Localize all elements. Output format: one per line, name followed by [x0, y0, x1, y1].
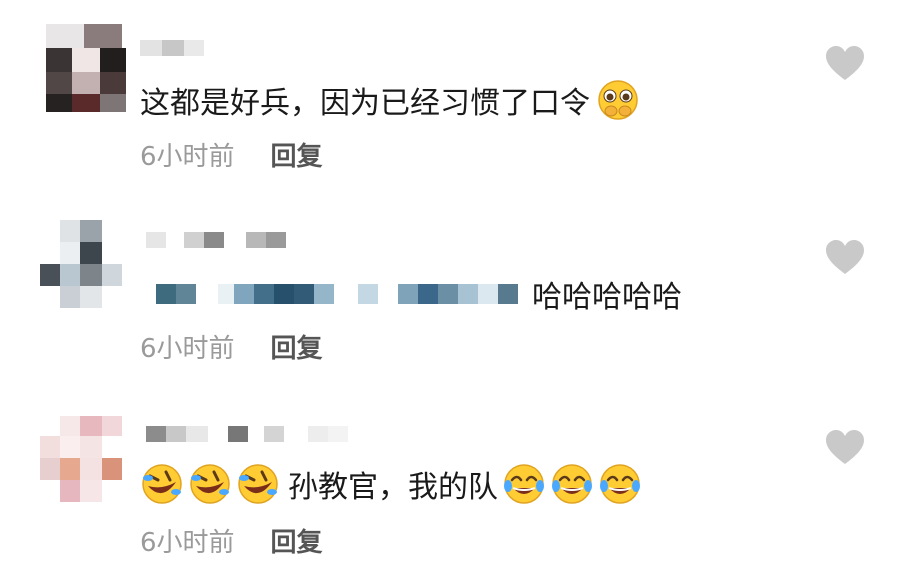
comment-text: 孙教官，我的队	[288, 470, 498, 505]
timestamp: 6小时前	[140, 141, 235, 172]
username[interactable]	[140, 40, 210, 62]
heart-icon[interactable]	[824, 238, 866, 276]
username[interactable]	[140, 426, 400, 448]
comment-text-row: 这都是好兵，因为已经习惯了口令	[140, 78, 644, 122]
reply-button[interactable]: 回复	[271, 136, 323, 173]
comment-text: 这都是好兵，因为已经习惯了口令	[140, 86, 590, 121]
tears-of-joy-icon	[600, 464, 640, 504]
tears-of-joy-icon	[504, 464, 544, 504]
comment-meta: 6小时前 回复	[140, 328, 323, 364]
comment-text-row: 孙教官，我的队	[140, 462, 646, 506]
tears-of-joy-icon	[552, 464, 592, 504]
rolling-laughing-icon	[190, 464, 230, 504]
avatar[interactable]	[40, 416, 128, 504]
comment-meta: 6小时前 回复	[140, 522, 323, 558]
comment-text: 哈哈哈哈哈	[532, 280, 682, 315]
comment-text-row: 哈哈哈哈哈	[140, 272, 682, 316]
username[interactable]	[140, 232, 300, 254]
comment-3: 孙教官，我的队 6小时前 回复	[0, 380, 900, 580]
reply-button[interactable]: 回复	[271, 328, 323, 365]
avatar[interactable]	[40, 220, 128, 308]
comment-meta: 6小时前 回复	[140, 136, 323, 172]
avatar[interactable]	[40, 24, 128, 112]
reply-button[interactable]: 回复	[271, 522, 323, 559]
timestamp: 6小时前	[140, 527, 235, 558]
rolling-laughing-icon	[238, 464, 278, 504]
heart-icon[interactable]	[824, 428, 866, 466]
mention-tag[interactable]	[140, 283, 518, 305]
timestamp: 6小时前	[140, 333, 235, 364]
comment-2: 哈哈哈哈哈 6小时前 回复	[0, 190, 900, 380]
rolling-laughing-icon	[142, 464, 182, 504]
heart-icon[interactable]	[824, 44, 866, 82]
comment-1: 这都是好兵，因为已经习惯了口令 6小时前 回复	[0, 0, 900, 190]
pleading-face-icon	[598, 80, 638, 120]
